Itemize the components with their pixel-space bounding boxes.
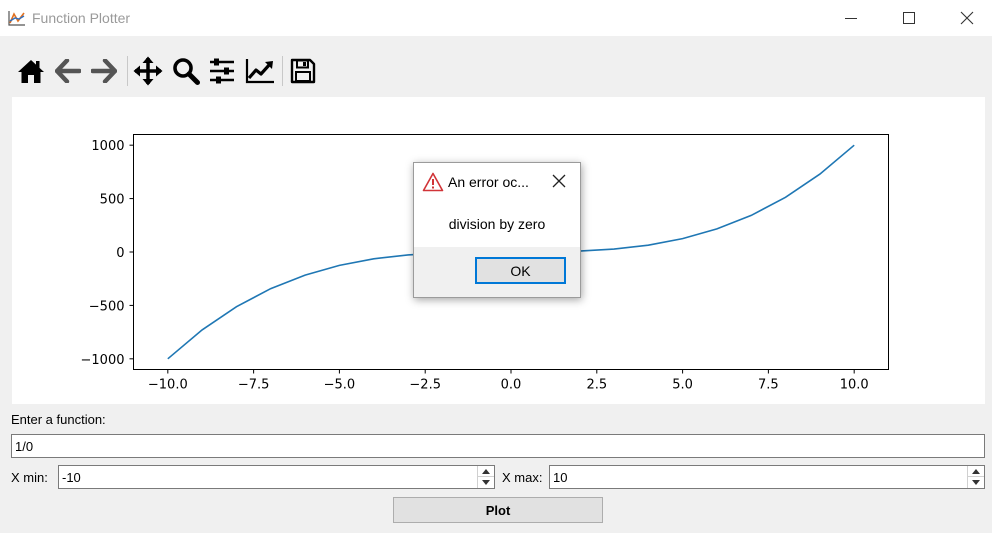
sliders-icon [210, 58, 234, 84]
xmin-spinbox[interactable]: -10 [58, 465, 495, 489]
x-tick-label: 10.0 [840, 378, 869, 393]
chevron-down-icon [482, 480, 490, 485]
xmin-label: X min: [11, 470, 48, 485]
configure-subplots-button[interactable] [205, 54, 239, 88]
xmax-label: X max: [502, 470, 543, 485]
edit-axis-button[interactable] [243, 54, 277, 88]
function-label: Enter a function: [11, 412, 106, 427]
xmin-increment-button[interactable] [478, 466, 494, 477]
y-tick-label: 1000 [91, 139, 124, 154]
move-icon [133, 56, 163, 86]
zoom-button[interactable] [169, 54, 203, 88]
chevron-up-icon [482, 468, 490, 474]
y-tick-label: 500 [100, 193, 125, 208]
arrow-right-icon [91, 59, 117, 83]
warning-icon [422, 172, 444, 192]
x-tick-label: 2.5 [586, 378, 607, 393]
xmin-value: -10 [62, 470, 81, 485]
function-input[interactable]: 1/0 [11, 434, 985, 458]
home-button[interactable] [14, 54, 48, 88]
chevron-down-icon [972, 480, 980, 485]
maximize-button[interactable] [880, 0, 938, 36]
close-button[interactable] [938, 0, 992, 36]
xmin-decrement-button[interactable] [478, 477, 494, 488]
back-button[interactable] [51, 54, 85, 88]
x-tick-label: 0.0 [501, 378, 522, 393]
arrow-left-icon [55, 59, 81, 83]
xmin-spin-buttons [477, 466, 494, 488]
xmax-spinbox[interactable]: 10 [549, 465, 985, 489]
minimize-icon [845, 18, 857, 19]
x-tick-label: 7.5 [758, 378, 779, 393]
dialog-title: An error oc... [448, 174, 529, 190]
xmax-value: 10 [553, 470, 568, 485]
line-chart-icon [245, 59, 274, 84]
x-tick-label: −2.5 [409, 378, 441, 393]
x-tick-label: −5.0 [324, 378, 356, 393]
y-tick-label: −1000 [81, 353, 125, 368]
xmax-decrement-button[interactable] [968, 477, 984, 488]
save-icon [290, 58, 316, 84]
y-tick-label: −500 [89, 299, 125, 314]
toolbar-separator [282, 56, 283, 86]
error-dialog: An error oc... division by zero OK [413, 162, 581, 298]
title-bar: Function Plotter [0, 0, 992, 36]
minimize-button[interactable] [822, 0, 880, 36]
maximize-icon [903, 12, 915, 24]
ok-button[interactable]: OK [475, 257, 566, 284]
x-tick-label: 5.0 [672, 378, 693, 393]
dialog-content: An error oc... division by zero [414, 163, 580, 247]
close-icon [960, 11, 974, 25]
xmax-increment-button[interactable] [968, 466, 984, 477]
forward-button[interactable] [87, 54, 121, 88]
xmax-spin-buttons [967, 466, 984, 488]
zoom-icon [173, 58, 200, 85]
save-button[interactable] [286, 54, 320, 88]
toolbar-separator [127, 56, 128, 86]
plot-button[interactable]: Plot [393, 497, 603, 523]
window-title: Function Plotter [32, 10, 131, 26]
pan-button[interactable] [131, 54, 165, 88]
x-tick-label: −7.5 [238, 378, 270, 393]
y-tick-label: 0 [116, 246, 124, 261]
close-icon[interactable] [550, 172, 568, 190]
x-tick-label: −10.0 [148, 378, 188, 393]
home-icon [18, 60, 44, 83]
chevron-up-icon [972, 468, 980, 474]
app-icon [8, 11, 25, 26]
dialog-message: division by zero [448, 216, 546, 232]
